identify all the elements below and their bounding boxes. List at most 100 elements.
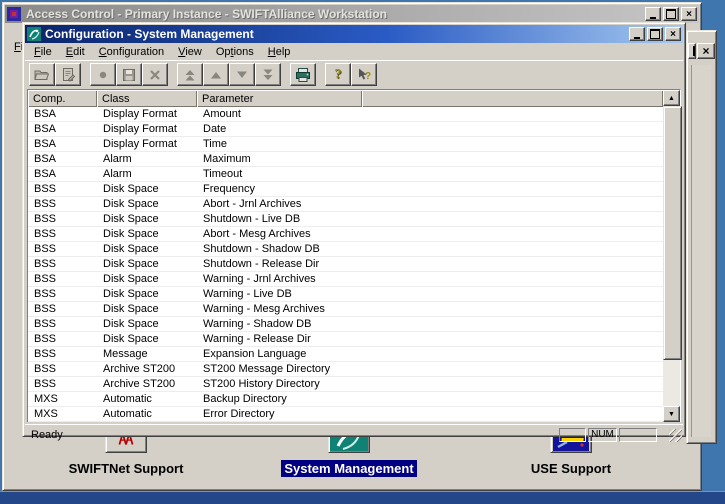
table-row[interactable]: MXSAutomaticError Directory — [28, 407, 663, 422]
maximize-button[interactable] — [647, 27, 663, 41]
table-row[interactable]: BSADisplay FormatTime — [28, 137, 663, 152]
move-up-button[interactable] — [203, 63, 229, 86]
table-cell-empty — [362, 152, 663, 166]
column-header-empty[interactable] — [362, 90, 663, 107]
move-bottom-button[interactable] — [255, 63, 281, 86]
table-row[interactable]: BSSArchive ST200ST200 Message Directory — [28, 362, 663, 377]
configuration-titlebar[interactable]: Configuration - System Management × — [25, 25, 683, 43]
table-cell: Disk Space — [97, 257, 197, 271]
side-window[interactable]: × — [686, 30, 717, 444]
table-row[interactable]: BSSDisk SpaceAbort - Mesg Archives — [28, 227, 663, 242]
table-cell: Shutdown - Release Dir — [197, 257, 362, 271]
menu-edit[interactable]: Edit — [59, 45, 92, 59]
status-panel-2 — [619, 428, 657, 442]
scroll-up-icon[interactable]: ▲ — [663, 90, 680, 106]
table-cell-empty — [362, 317, 663, 331]
shortcut-label[interactable]: SWIFTNet Support — [66, 460, 187, 477]
table-row[interactable]: BSSDisk SpaceWarning - Release Dir — [28, 332, 663, 347]
table-cell: ST200 History Directory — [197, 377, 362, 391]
vertical-scrollbar[interactable]: ▲ ▼ — [663, 90, 680, 422]
table-row[interactable]: BSSMessageExpansion Language — [28, 347, 663, 362]
side-maximize-button-partial[interactable] — [688, 43, 696, 59]
table-cell: Archive ST200 — [97, 377, 197, 391]
table-row[interactable]: BSSDisk SpaceWarning - Shadow DB — [28, 317, 663, 332]
table-cell: BSS — [28, 332, 97, 346]
bg-maximize-button[interactable] — [663, 7, 679, 21]
table-cell-empty — [362, 347, 663, 361]
table-cell: Backup Directory — [197, 392, 362, 406]
side-close-button[interactable]: × — [697, 43, 715, 59]
open-button[interactable] — [29, 63, 55, 86]
table-cell: Automatic — [97, 392, 197, 406]
statusbar: Ready NUM — [25, 424, 683, 443]
record-button[interactable] — [90, 63, 116, 86]
table-row[interactable]: BSSDisk SpaceWarning - Jrnl Archives — [28, 272, 663, 287]
side-window-body — [691, 65, 711, 437]
table-cell: BSS — [28, 182, 97, 196]
menu-options[interactable]: Options — [209, 45, 261, 59]
table-cell: Disk Space — [97, 227, 197, 241]
configuration-title: Configuration - System Management — [45, 27, 254, 41]
table-row[interactable]: BSSDisk SpaceShutdown - Release Dir — [28, 257, 663, 272]
table-row[interactable]: BSSArchive ST200ST200 History Directory — [28, 377, 663, 392]
table-row[interactable]: BSSDisk SpaceAbort - Jrnl Archives — [28, 197, 663, 212]
table-cell: BSA — [28, 107, 97, 121]
scroll-down-icon[interactable]: ▼ — [663, 406, 680, 422]
table-row[interactable]: BSADisplay FormatDate — [28, 122, 663, 137]
table-cell: ST200 Message Directory — [197, 362, 362, 376]
resize-grip[interactable] — [669, 429, 682, 442]
column-header-comp[interactable]: Comp. — [28, 90, 97, 107]
access-control-title: Access Control - Primary Instance - SWIF… — [26, 7, 387, 21]
table-row[interactable]: BSSDisk SpaceShutdown - Live DB — [28, 212, 663, 227]
table-cell: Maximum — [197, 152, 362, 166]
table-cell: Automatic — [97, 407, 197, 421]
save-button[interactable] — [116, 63, 142, 86]
move-down-button[interactable] — [229, 63, 255, 86]
bg-minimize-button[interactable] — [645, 7, 661, 21]
scrollbar-thumb[interactable] — [663, 106, 682, 360]
menu-file[interactable]: File — [27, 45, 59, 59]
table-cell: MXS — [28, 392, 97, 406]
open-icon — [34, 67, 50, 83]
table-cell: Disk Space — [97, 242, 197, 256]
shortcut-label[interactable]: USE Support — [528, 460, 614, 477]
table-cell: Amount — [197, 107, 362, 121]
menu-configuration[interactable]: Configuration — [92, 45, 171, 59]
record-icon — [95, 67, 111, 83]
table-row[interactable]: MXSAutomaticBackup Directory — [28, 392, 663, 407]
table-cell-empty — [362, 167, 663, 181]
table-cell: BSS — [28, 347, 97, 361]
shortcut-label-selected[interactable]: System Management — [281, 460, 416, 477]
table-row[interactable]: BSAAlarmTimeout — [28, 167, 663, 182]
delete-button[interactable] — [142, 63, 168, 86]
toolbar-group — [90, 63, 168, 86]
table-cell: Warning - Shadow DB — [197, 317, 362, 331]
table-cell: MXS — [28, 407, 97, 421]
help-icon: ? — [335, 66, 342, 83]
access-control-titlebar[interactable]: Access Control - Primary Instance - SWIF… — [5, 5, 699, 23]
table-row[interactable]: BSAAlarmMaximum — [28, 152, 663, 167]
context-help-button[interactable]: ? — [351, 63, 377, 86]
table-row[interactable]: BSSDisk SpaceWarning - Mesg Archives — [28, 302, 663, 317]
table-row[interactable]: BSSDisk SpaceWarning - Live DB — [28, 287, 663, 302]
configuration-window[interactable]: Configuration - System Management × File… — [22, 22, 686, 437]
bg-close-button[interactable]: × — [681, 7, 697, 21]
column-header-parameter[interactable]: Parameter — [197, 90, 362, 107]
table-row[interactable]: BSADisplay FormatAmount — [28, 107, 663, 122]
table-cell-empty — [362, 107, 663, 121]
help-button[interactable]: ? — [325, 63, 351, 86]
toolbar-group: ?? — [325, 63, 377, 86]
table-cell: Error Directory — [197, 407, 362, 421]
table-row[interactable]: BSSDisk SpaceShutdown - Shadow DB — [28, 242, 663, 257]
table-header-row: Comp. Class Parameter — [28, 90, 663, 107]
close-button[interactable]: × — [665, 27, 681, 41]
minimize-button[interactable] — [629, 27, 645, 41]
properties-icon — [60, 67, 76, 83]
table-row[interactable]: BSSDisk SpaceFrequency — [28, 182, 663, 197]
properties-button[interactable] — [55, 63, 81, 86]
menu-help[interactable]: Help — [261, 45, 298, 59]
menu-view[interactable]: View — [171, 45, 209, 59]
move-top-button[interactable] — [177, 63, 203, 86]
print-button[interactable] — [290, 63, 316, 86]
column-header-class[interactable]: Class — [97, 90, 197, 107]
